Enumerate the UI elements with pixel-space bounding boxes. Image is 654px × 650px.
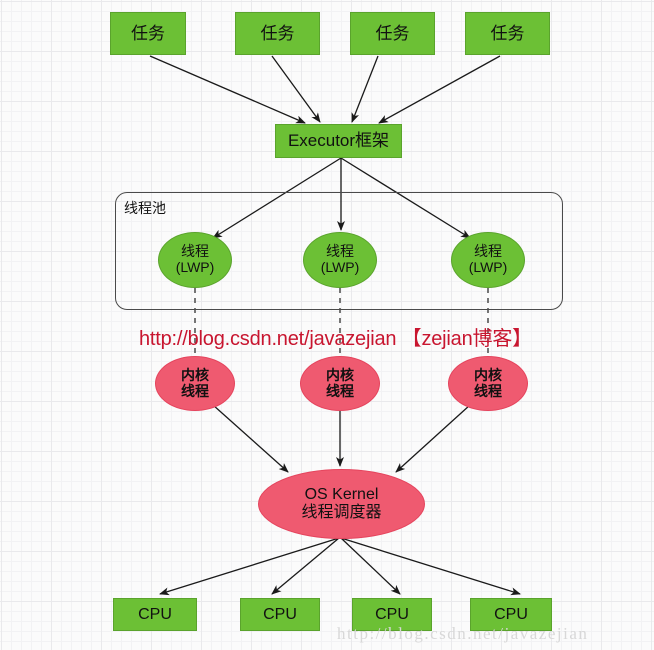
kernel-to-oskernel-edges (212, 404, 471, 473)
thread-lwp-2[interactable]: 线程 (LWP) (303, 232, 377, 288)
cpu-box-1[interactable]: CPU (113, 598, 197, 631)
thread-pool-label: 线程池 (124, 200, 166, 216)
oskernel-to-cpu-edges (159, 537, 521, 596)
task-box-1[interactable]: 任务 (110, 12, 186, 55)
diagram-canvas: 任务 任务 任务 任务 Executor框架 线程池 线程 (LWP) 线程 (… (0, 0, 654, 650)
gray-watermark: http://blog.csdn.net/javazejian (337, 624, 589, 643)
task-box-3[interactable]: 任务 (350, 12, 435, 55)
task-box-4[interactable]: 任务 (465, 12, 550, 55)
kernel-thread-2[interactable]: 内核 线程 (300, 356, 380, 411)
os-kernel-scheduler[interactable]: OS Kernel 线程调度器 (258, 469, 425, 539)
task-box-2[interactable]: 任务 (235, 12, 320, 55)
thread-lwp-3[interactable]: 线程 (LWP) (451, 232, 525, 288)
kernel-thread-3[interactable]: 内核 线程 (448, 356, 528, 411)
task-to-executor-edges (149, 55, 501, 124)
red-watermark: http://blog.csdn.net/javazejian 【zejian博… (139, 328, 532, 350)
executor-framework-box[interactable]: Executor框架 (275, 124, 402, 158)
cpu-box-2[interactable]: CPU (240, 598, 320, 631)
thread-lwp-1[interactable]: 线程 (LWP) (158, 232, 232, 288)
kernel-thread-1[interactable]: 内核 线程 (155, 356, 235, 411)
